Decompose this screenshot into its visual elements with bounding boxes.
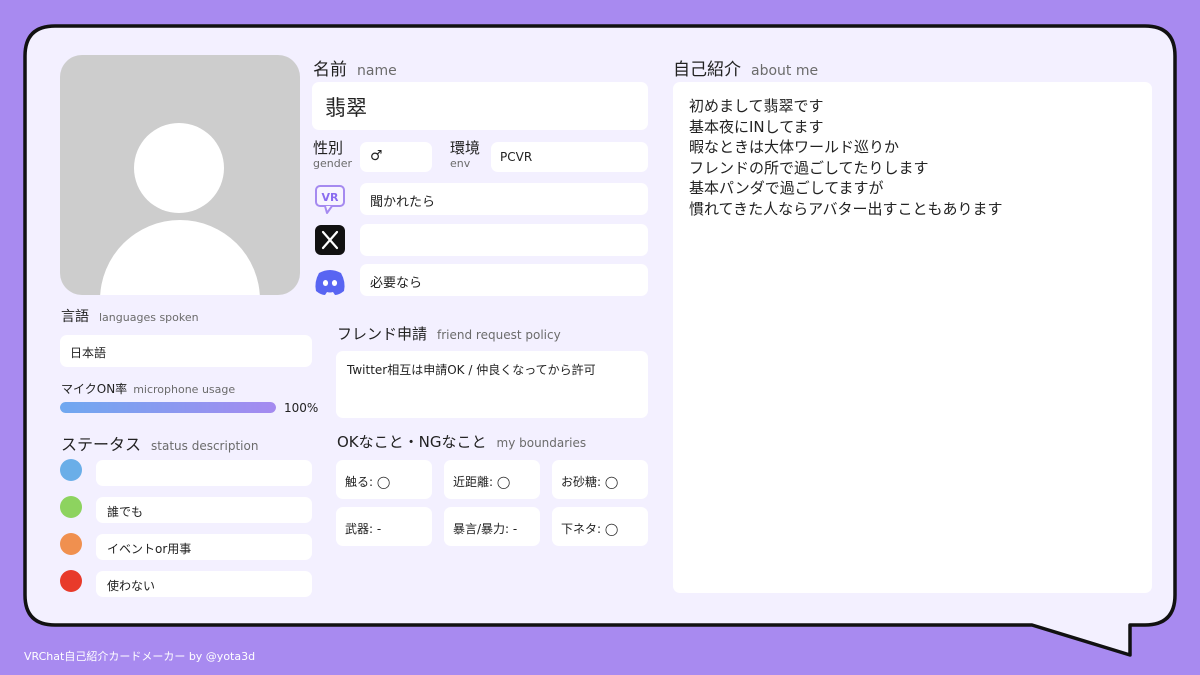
status-label: ステータス [61,435,142,454]
friend-sublabel: friend request policy [437,328,561,342]
name-field: 翡翠 [312,82,648,130]
boundaries-heading: OKなこと・NGなこと my boundaries [337,431,586,452]
boundary-touch: 触る: ◯ [336,460,432,499]
x-field [360,224,648,256]
boundary-dirty-jokes-text: 下ネタ: ◯ [561,522,619,536]
boundary-dirty-jokes: 下ネタ: ◯ [552,507,648,546]
svg-text:VR: VR [322,191,340,204]
status-field-1 [96,460,312,486]
status-dot-orange [60,533,82,555]
friend-heading: フレンド申請 friend request policy [337,323,561,344]
about-label: 自己紹介 [673,60,741,80]
boundary-weapons-text: 武器: - [345,522,382,536]
footer-credit: VRChat自己紹介カードメーカー by @yota3d [24,650,256,663]
languages-label: 言語 [61,309,89,325]
env-heading: 環境 env [450,139,481,170]
gender-sublabel: gender [313,157,352,170]
discord-value: 必要なら [370,276,423,291]
mic-usage-fill [60,402,276,413]
status-text-3: イベントor用事 [107,542,192,556]
status-text-4: 使わない [107,579,156,593]
env-label: 環境 [450,139,481,157]
languages-field: 日本語 [60,335,312,367]
vrchat-field: 聞かれたら [360,183,648,215]
vrchat-icon: VR [315,185,345,214]
gender-label: 性別 [313,139,344,157]
about-sublabel: about me [751,63,819,79]
about-heading: 自己紹介 about me [673,55,818,80]
mic-label: マイクON率 [61,382,128,396]
status-dot-red [60,570,82,592]
friend-value: Twitter相互は申請OK / 仲良くなってから許可 [347,363,596,377]
discord-field: 必要なら [360,264,648,296]
boundary-violence-text: 暴言/暴力: - [453,522,518,536]
boundary-weapons: 武器: - [336,507,432,546]
status-dot-blue [60,459,82,481]
x-icon [315,225,345,255]
boundaries-sublabel: my boundaries [496,436,587,450]
friend-label: フレンド申請 [337,325,428,343]
friend-field: Twitter相互は申請OK / 仲良くなってから許可 [336,351,648,418]
status-field-2: 誰でも [96,497,312,523]
boundary-violence: 暴言/暴力: - [444,507,540,546]
boundaries-label: OKなこと・NGなこと [337,433,487,451]
vrchat-value: 聞かれたら [370,195,436,210]
languages-value: 日本語 [70,346,107,360]
name-label: 名前 [313,60,347,80]
status-text-2: 誰でも [107,505,144,519]
avatar-body [100,220,260,295]
mic-percent: 100% [284,401,319,415]
status-field-3: イベントor用事 [96,534,312,560]
boundary-touch-text: 触る: ◯ [345,475,391,489]
about-text: 初めまして翡翠です 基本夜にINしてます 暇なときは大体ワールド巡りか フレンド… [689,97,1003,218]
status-field-4: 使わない [96,571,312,597]
languages-sublabel: languages spoken [99,311,199,324]
name-heading: 名前 name [313,55,397,80]
env-value: PCVR [500,150,533,164]
boundary-close-range-text: 近距離: ◯ [453,475,511,489]
gender-heading: 性別 gender [313,139,352,170]
mic-heading: マイクON率 microphone usage [61,378,235,397]
name-value: 翡翠 [325,96,367,120]
avatar-head [134,123,224,213]
avatar [60,55,300,295]
languages-heading: 言語 languages spoken [61,306,199,326]
boundary-sugar: お砂糖: ◯ [552,460,648,499]
status-heading: ステータス status description [61,431,258,455]
env-sublabel: env [450,157,471,170]
name-sublabel: name [357,63,397,79]
boundary-close-range: 近距離: ◯ [444,460,540,499]
mic-usage-bar [60,402,276,413]
mic-sublabel: microphone usage [133,383,236,396]
status-dot-green [60,496,82,518]
boundary-sugar-text: お砂糖: ◯ [561,475,619,489]
status-sublabel: status description [151,439,259,453]
gender-value: ♂ [370,148,383,164]
env-field: PCVR [491,142,648,172]
discord-icon [315,270,345,295]
gender-field: ♂ [360,142,432,172]
